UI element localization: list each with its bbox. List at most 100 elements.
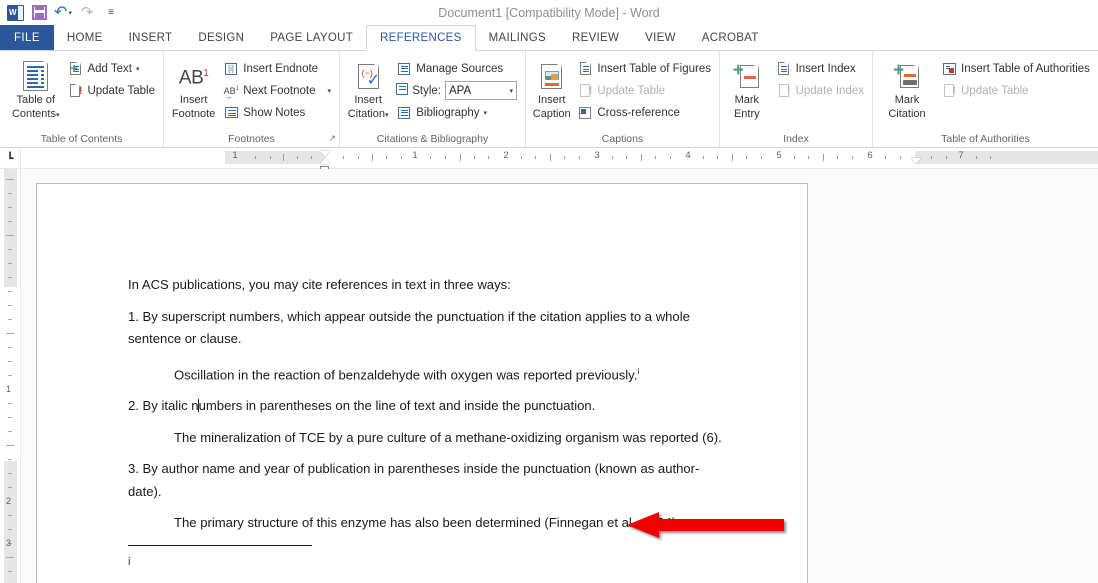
- insert-table-of-figures-button[interactable]: Insert Table of Figures: [574, 58, 714, 79]
- update-table-toc-label: Update Table: [87, 84, 155, 97]
- chevron-down-icon[interactable]: ▾: [385, 112, 389, 119]
- tab-insert[interactable]: INSERT: [116, 25, 186, 50]
- citation-style-value: APA: [449, 84, 472, 97]
- bibliography-button[interactable]: Bibliography ▾: [393, 102, 520, 123]
- ribbon-group-footnotes: AB1 Insert Footnote [i] Insert Endnote A…: [164, 51, 340, 147]
- mark-citation-label-line1: Mark: [894, 94, 920, 106]
- insert-caption-button[interactable]: Insert Caption: [531, 56, 572, 120]
- ribbon: Table of Contents▾ + Add Text ▾ ! Update…: [0, 51, 1098, 148]
- insert-index-icon: [776, 61, 792, 77]
- tab-page-layout[interactable]: PAGE LAYOUT: [257, 25, 366, 50]
- manage-sources-button[interactable]: Manage Sources: [393, 58, 520, 79]
- paragraph-example-1: Oscillation in the reaction of benzaldeh…: [128, 360, 723, 387]
- insert-caption-label-line1: Insert: [537, 94, 566, 106]
- show-notes-button[interactable]: Show Notes: [220, 102, 334, 123]
- mark-citation-label-line2: Citation: [888, 107, 926, 120]
- horizontal-ruler-track[interactable]: 1 1 2 3 4 5 6 7: [225, 150, 1098, 172]
- citation-style-label: Style:: [412, 84, 441, 97]
- tab-home[interactable]: HOME: [54, 25, 116, 50]
- tab-review[interactable]: REVIEW: [559, 25, 632, 50]
- footnote-reference-superscript[interactable]: i: [637, 366, 639, 376]
- ruler-label-7: 7: [958, 150, 964, 161]
- paragraph-rule-2-after-caret: umbers in parentheses on the line of tex…: [198, 398, 596, 414]
- insert-caption-icon: [541, 59, 563, 93]
- vertical-ruler[interactable]: 1 2 3: [0, 169, 21, 583]
- tab-references[interactable]: REFERENCES: [366, 25, 476, 51]
- citation-style-row: Style: APA ▾: [393, 80, 520, 101]
- insert-table-of-authorities-icon: [941, 61, 957, 77]
- tab-view[interactable]: VIEW: [632, 25, 689, 50]
- tab-stop-selector[interactable]: ┗: [0, 147, 21, 169]
- update-table-authorities-label: Update Table: [961, 84, 1029, 97]
- group-label-table-of-authorities: Table of Authorities: [941, 133, 1030, 145]
- chevron-down-icon[interactable]: ▾: [56, 112, 60, 119]
- update-table-captions-button[interactable]: ! Update Table: [574, 80, 714, 101]
- first-line-indent-marker[interactable]: [320, 151, 330, 157]
- ribbon-tab-strip: FILE HOME INSERT DESIGN PAGE LAYOUT REFE…: [0, 25, 1098, 51]
- mark-entry-label-line2: Entry: [733, 107, 760, 120]
- redo-icon[interactable]: ↷: [76, 2, 98, 23]
- chevron-down-icon[interactable]: ▾: [509, 87, 513, 95]
- chevron-down-icon[interactable]: ▾: [136, 65, 140, 73]
- hanging-indent-marker[interactable]: [320, 158, 330, 164]
- add-text-label: Add Text: [87, 62, 132, 75]
- paragraph-rule-2: 2. By italic numbers in parentheses on t…: [128, 395, 723, 418]
- insert-table-of-authorities-button[interactable]: Insert Table of Authorities: [938, 58, 1093, 79]
- vertical-ruler-label-1: 1: [6, 384, 12, 394]
- right-indent-marker[interactable]: [911, 158, 921, 164]
- add-text-button[interactable]: + Add Text ▾: [64, 58, 158, 79]
- insert-index-button[interactable]: Insert Index: [773, 58, 867, 79]
- table-of-contents-label-line2: Contents: [11, 107, 56, 120]
- chevron-down-icon[interactable]: ▾: [327, 87, 331, 95]
- paragraph-intro: In ACS publications, you may cite refere…: [128, 277, 511, 292]
- insert-citation-label-line1: Insert: [354, 94, 382, 106]
- insert-footnote-label-line2: Footnote: [171, 107, 216, 120]
- insert-footnote-button[interactable]: AB1 Insert Footnote: [169, 56, 218, 120]
- ruler-label-4: 4: [685, 150, 691, 161]
- paragraph-rule-3: 3. By author name and year of publicatio…: [128, 461, 700, 499]
- customize-qat-icon[interactable]: ≡: [100, 2, 122, 23]
- footnote-separator: [128, 545, 312, 546]
- footnote-marker[interactable]: i: [128, 556, 130, 568]
- update-table-toc-button[interactable]: ! Update Table: [64, 80, 158, 101]
- update-index-button[interactable]: ! Update Index: [773, 80, 867, 101]
- document-content[interactable]: In ACS publications, you may cite refere…: [128, 274, 723, 544]
- workspace: ┗ 1 1 2 3 4 5 6 7 1 2 3 In ACS publicati…: [0, 147, 1098, 583]
- add-text-icon: +: [67, 61, 83, 77]
- table-of-contents-label-line1: Table of: [16, 94, 55, 106]
- bibliography-icon: [396, 105, 412, 121]
- group-label-footnotes: Footnotes ↗: [164, 132, 339, 147]
- ribbon-group-table-of-authorities: + Mark Citation Insert Table of Authorit…: [873, 51, 1098, 147]
- chevron-down-icon[interactable]: ▾: [484, 109, 488, 117]
- mark-entry-icon: +: [733, 59, 759, 93]
- vertical-ruler-label-2: 2: [6, 496, 12, 506]
- quick-access-toolbar: W ↶ ▾ ↷ ≡: [0, 2, 122, 23]
- next-footnote-button[interactable]: AB1 → Next Footnote ▾: [220, 80, 334, 101]
- tab-acrobat[interactable]: ACROBAT: [689, 25, 772, 50]
- save-icon[interactable]: [28, 2, 50, 23]
- update-table-icon: !: [577, 83, 593, 99]
- mark-citation-button[interactable]: + Mark Citation: [878, 56, 936, 120]
- insert-citation-button[interactable]: (−) ✓ Insert Citation▾: [345, 56, 391, 122]
- group-label-citations-bibliography: Citations & Bibliography: [376, 133, 489, 145]
- next-footnote-label: Next Footnote: [243, 84, 316, 97]
- tab-mailings[interactable]: MAILINGS: [476, 25, 559, 50]
- horizontal-ruler[interactable]: ┗ 1 1 2 3 4 5 6 7: [0, 147, 1098, 172]
- insert-citation-label-line2: Citation: [347, 107, 385, 120]
- undo-icon[interactable]: ↶ ▾: [52, 2, 74, 23]
- document-canvas[interactable]: In ACS publications, you may cite refere…: [21, 169, 1098, 583]
- next-footnote-icon: AB1 →: [223, 85, 239, 101]
- manage-sources-icon: [396, 61, 412, 77]
- tab-file[interactable]: FILE: [0, 25, 54, 50]
- update-table-authorities-button[interactable]: ! Update Table: [938, 80, 1093, 101]
- insert-endnote-button[interactable]: [i] Insert Endnote: [220, 58, 334, 79]
- insert-table-of-figures-label: Insert Table of Figures: [597, 62, 711, 75]
- table-of-contents-button[interactable]: Table of Contents▾: [11, 56, 60, 122]
- group-label-captions: Captions: [601, 133, 644, 145]
- ribbon-group-table-of-contents: Table of Contents▾ + Add Text ▾ ! Update…: [0, 51, 164, 147]
- cross-reference-button[interactable]: — Cross-reference: [574, 102, 714, 123]
- mark-entry-button[interactable]: + Mark Entry: [725, 56, 769, 120]
- footnotes-dialog-launcher-icon[interactable]: ↗: [328, 131, 336, 146]
- tab-design[interactable]: DESIGN: [185, 25, 257, 50]
- citation-style-select[interactable]: APA ▾: [445, 81, 517, 100]
